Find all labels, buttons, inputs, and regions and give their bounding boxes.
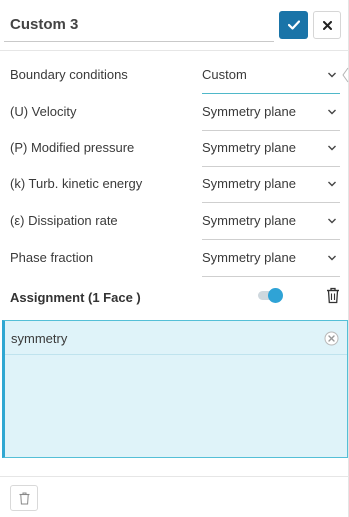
chevron-down-icon [328, 218, 336, 224]
phase-fraction-select[interactable]: Symmetry plane [202, 241, 340, 277]
chevron-down-icon [328, 181, 336, 187]
field-label: Boundary conditions [10, 67, 128, 82]
field-row-dissipation-rate: (ε) Dissipation rate Symmetry plane [0, 204, 349, 240]
delete-button[interactable] [10, 485, 38, 511]
field-label: Phase fraction [10, 250, 94, 265]
dissipation-rate-select[interactable]: Symmetry plane [202, 204, 340, 240]
field-row-phase-fraction: Phase fraction Symmetry plane [0, 241, 349, 277]
field-label: (P) Modified pressure [10, 140, 135, 155]
assignment-toggle[interactable] [258, 287, 284, 305]
chevron-down-icon [328, 255, 336, 261]
assignment-list[interactable]: symmetry [2, 320, 348, 458]
select-value: Symmetry plane [202, 213, 296, 228]
field-label: (U) Velocity [10, 104, 77, 119]
select-value: Symmetry plane [202, 250, 296, 265]
close-button[interactable] [313, 11, 341, 39]
check-icon [287, 20, 300, 30]
field-row-modified-pressure: (P) Modified pressure Symmetry plane [0, 131, 349, 167]
boundary-condition-panel: Boundary conditions Custom (U) Velocity … [0, 0, 349, 517]
assignment-item-label: symmetry [11, 331, 68, 346]
toggle-knob [268, 288, 283, 303]
velocity-select[interactable]: Symmetry plane [202, 95, 340, 131]
trash-icon [19, 492, 29, 504]
boundary-conditions-select[interactable]: Custom [202, 58, 340, 94]
panel-header [0, 0, 349, 50]
list-item[interactable]: symmetry [5, 321, 347, 355]
field-label: (k) Turb. kinetic energy [10, 176, 143, 191]
chevron-down-icon [328, 109, 336, 115]
footer-divider [0, 476, 349, 477]
modified-pressure-select[interactable]: Symmetry plane [202, 131, 340, 167]
turb-kinetic-energy-select[interactable]: Symmetry plane [202, 167, 340, 203]
select-value: Custom [202, 67, 247, 82]
field-row-turb-kinetic-energy: (k) Turb. kinetic energy Symmetry plane [0, 167, 349, 203]
select-value: Symmetry plane [202, 176, 296, 191]
select-value: Symmetry plane [202, 104, 296, 119]
header-divider [0, 50, 349, 51]
field-label: (ε) Dissipation rate [10, 213, 118, 228]
field-row-boundary-conditions: Boundary conditions Custom [0, 58, 349, 94]
assignment-title: Assignment (1 Face ) [10, 290, 141, 305]
confirm-button[interactable] [279, 11, 308, 39]
remove-circle-icon[interactable] [324, 331, 339, 346]
name-input[interactable] [4, 8, 274, 42]
close-icon [322, 20, 332, 30]
trash-icon[interactable] [326, 287, 340, 304]
select-value: Symmetry plane [202, 140, 296, 155]
field-row-velocity: (U) Velocity Symmetry plane [0, 95, 349, 131]
chevron-down-icon [328, 72, 336, 78]
chevron-down-icon [328, 145, 336, 151]
